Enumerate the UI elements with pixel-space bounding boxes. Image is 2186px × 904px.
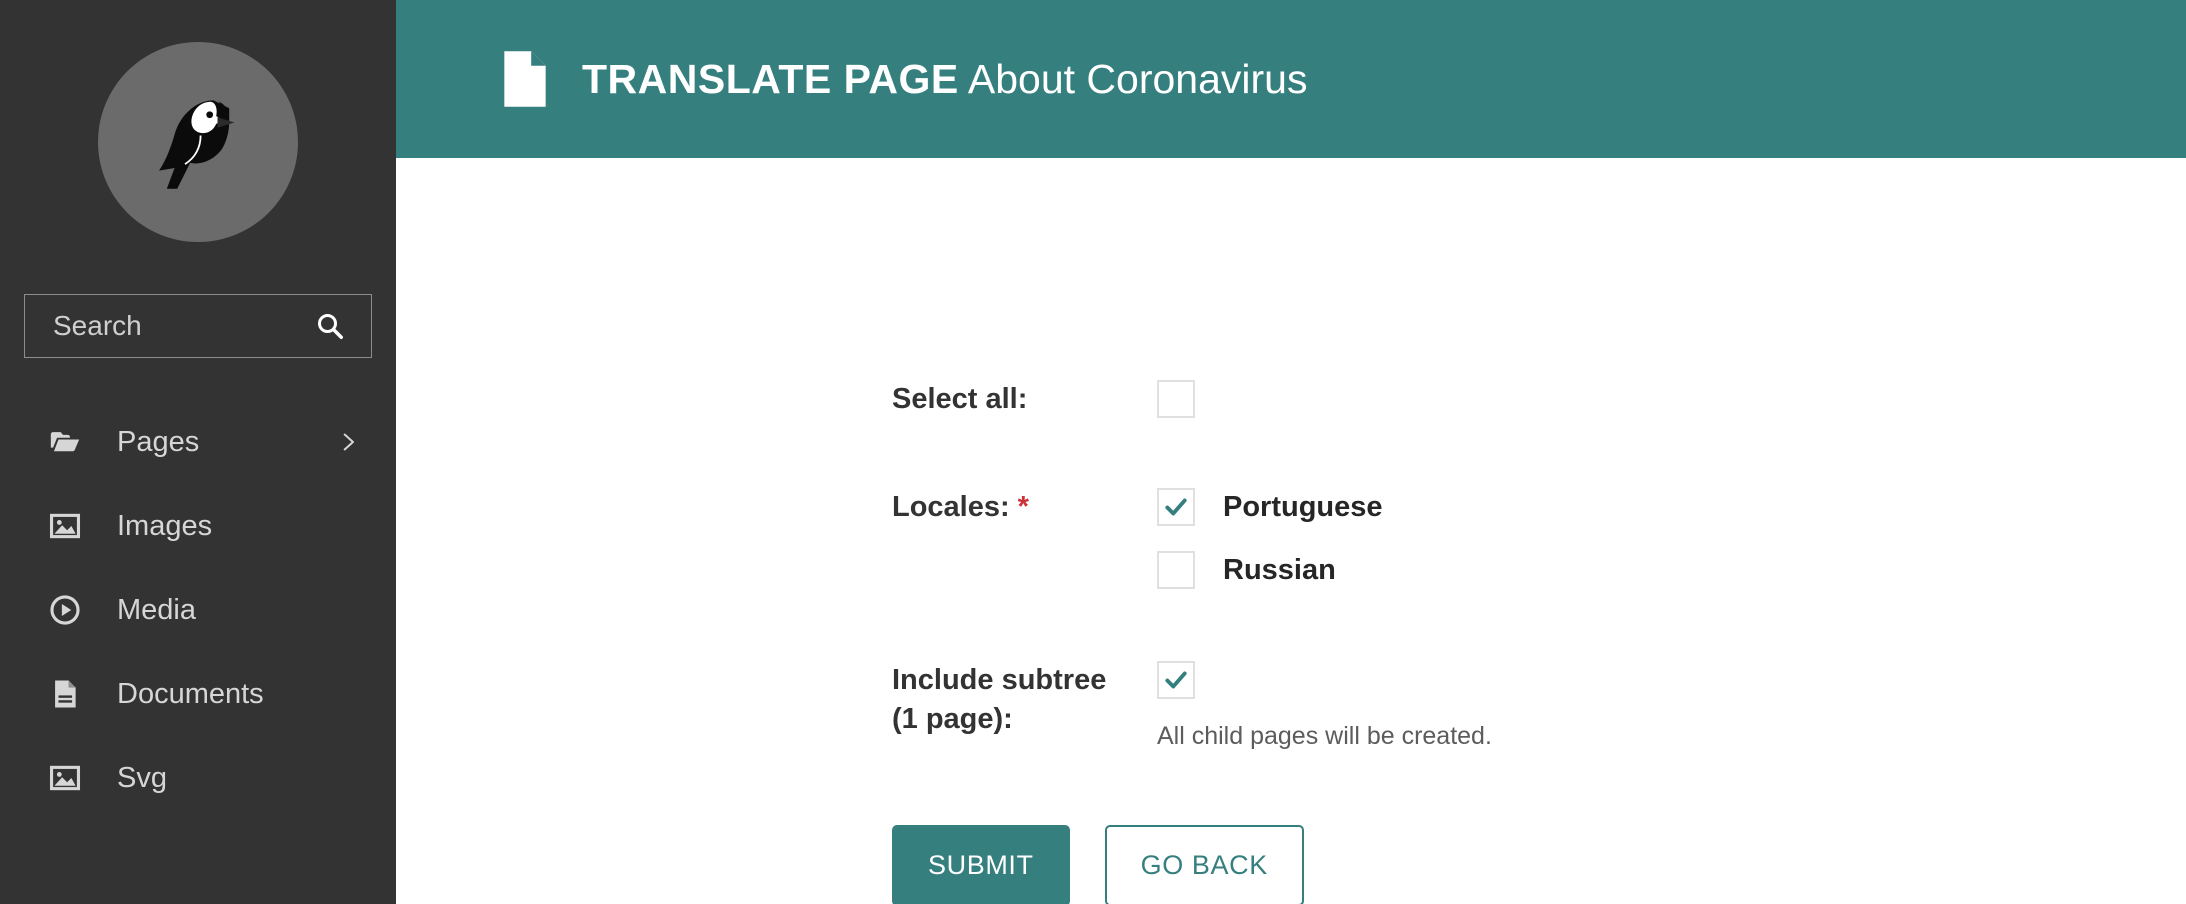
page-title-rest: About Coronavirus xyxy=(958,55,1308,102)
page-title: TRANSLATE PAGE About Coronavirus xyxy=(582,55,1308,102)
play-circle-icon xyxy=(48,593,82,627)
search-icon[interactable] xyxy=(315,311,345,341)
main-content: TRANSLATE PAGE About Coronavirus Select … xyxy=(396,0,2186,904)
locale-option-russian[interactable]: Russian xyxy=(1157,551,2186,590)
select-all-field xyxy=(1157,380,2186,418)
locales-label: Locales: * xyxy=(892,488,1157,526)
form-row-select-all: Select all: xyxy=(396,380,2186,418)
folder-open-icon xyxy=(48,425,82,459)
sidebar-item-label: Svg xyxy=(117,761,167,794)
required-marker: * xyxy=(1017,491,1029,524)
page-document-icon xyxy=(504,51,546,107)
sidebar-nav: Pages Images Media Documents Svg xyxy=(0,400,396,820)
page-title-strong: TRANSLATE PAGE xyxy=(582,55,959,102)
locale-label-russian: Russian xyxy=(1223,553,1336,586)
sidebar-item-documents[interactable]: Documents xyxy=(0,652,396,736)
select-all-label: Select all: xyxy=(892,383,1028,415)
locale-option-portuguese[interactable]: Portuguese xyxy=(1157,488,2186,527)
sidebar-logo[interactable] xyxy=(0,0,396,242)
go-back-button[interactable]: GO BACK xyxy=(1104,825,1304,904)
wagtail-bird-logo-icon xyxy=(159,100,235,189)
sidebar-item-label: Documents xyxy=(117,677,264,710)
sidebar-item-images[interactable]: Images xyxy=(0,484,396,568)
include-subtree-checkbox[interactable] xyxy=(1157,661,1195,700)
chevron-right-icon[interactable] xyxy=(338,432,358,452)
image-icon xyxy=(48,509,82,543)
form-content: Select all: Locales: * Portuguese Russia… xyxy=(396,158,2186,904)
locales-field: Portuguese Russian xyxy=(1157,488,2186,590)
form-row-locales: Locales: * Portuguese Russian xyxy=(396,488,2186,590)
include-subtree-help-text: All child pages will be created. xyxy=(1157,722,1492,751)
sidebar-item-media[interactable]: Media xyxy=(0,568,396,652)
sidebar-search xyxy=(24,294,372,358)
sidebar: Pages Images xyxy=(0,0,396,904)
locale-checkbox-portuguese[interactable] xyxy=(1157,488,1195,527)
locale-checkbox-russian[interactable] xyxy=(1157,551,1195,590)
wagtail-admin-page: Pages Images xyxy=(0,0,2186,904)
sidebar-item-label: Images xyxy=(117,509,213,542)
locales-label-text: Locales: xyxy=(892,491,1010,524)
locale-label-portuguese: Portuguese xyxy=(1223,490,1383,523)
search-box[interactable] xyxy=(24,294,372,358)
select-all-checkbox[interactable] xyxy=(1157,380,1195,418)
include-subtree-field: All child pages will be created. xyxy=(1157,661,2186,751)
logo-circle xyxy=(98,42,298,242)
form-actions: SUBMIT GO BACK xyxy=(892,825,2186,904)
check-icon xyxy=(1165,498,1187,516)
form-row-include-subtree: Include subtree (1 page): All child page… xyxy=(396,661,2186,751)
sidebar-item-label: Media xyxy=(117,593,196,626)
sidebar-item-label: Pages xyxy=(117,425,200,458)
include-subtree-label: Include subtree (1 page): xyxy=(892,664,1107,735)
submit-button[interactable]: SUBMIT xyxy=(892,825,1070,904)
sidebar-item-pages[interactable]: Pages xyxy=(0,400,396,484)
check-icon xyxy=(1165,671,1187,689)
page-header: TRANSLATE PAGE About Coronavirus xyxy=(396,0,2186,158)
sidebar-item-svg[interactable]: Svg xyxy=(0,736,396,820)
image-icon xyxy=(48,761,82,795)
document-icon xyxy=(48,677,82,711)
